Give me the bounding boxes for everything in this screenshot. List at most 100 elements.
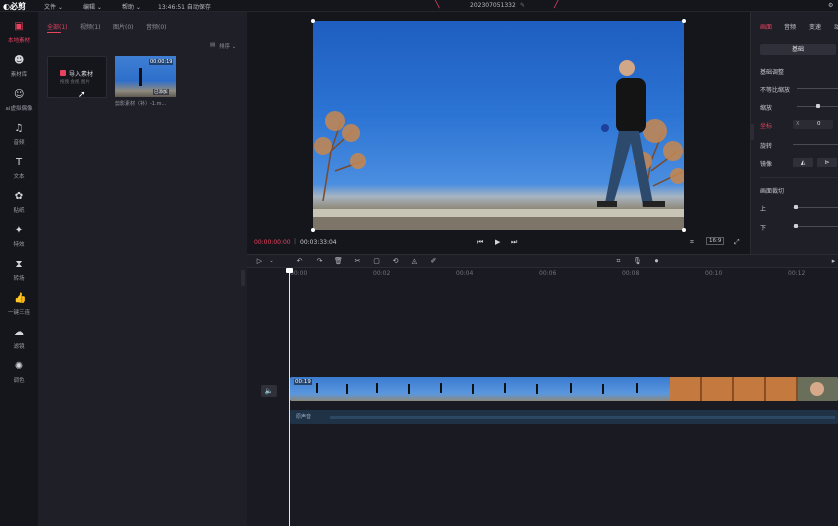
uniform-scale-label: 不等比缩放	[760, 87, 791, 94]
panel-collapse-handle[interactable]	[241, 270, 245, 286]
menu-help[interactable]: 帮助 ⌄	[122, 2, 141, 11]
playhead-handle[interactable]	[286, 268, 293, 273]
library-icon: ☻	[14, 55, 25, 66]
resize-handle-br[interactable]	[682, 228, 686, 232]
split-icon[interactable]: ✂	[353, 257, 362, 266]
timeline-ruler[interactable]: 00:00 00:02 00:04 00:06 00:08 00:10 00:1…	[288, 268, 838, 280]
record-icon[interactable]: ⏺	[652, 257, 661, 266]
prev-frame-icon[interactable]: ⏮	[477, 238, 483, 247]
crop-icon[interactable]: ⌗	[690, 238, 694, 247]
crop-top-knob[interactable]	[794, 205, 798, 209]
select-tool-icon[interactable]: ▷	[255, 257, 264, 266]
position-value: 0	[817, 121, 821, 127]
section-crop: 画面裁切	[760, 188, 785, 195]
tab-video[interactable]: 视频(1)	[80, 22, 101, 31]
position-label: 坐标	[760, 123, 773, 130]
tab-image[interactable]: 图片(0)	[113, 22, 134, 31]
sidebar-item-transition[interactable]: ⧗ 转场	[0, 258, 38, 288]
thumbs-up-icon: 👍	[14, 293, 27, 304]
deco-slash-right-icon: ╱	[554, 0, 560, 9]
crop-bottom-knob[interactable]	[794, 224, 798, 228]
resize-handle-bl[interactable]	[311, 228, 315, 232]
project-name[interactable]: 202307051332	[470, 2, 516, 9]
menu-edit[interactable]: 编辑 ⌄	[83, 2, 102, 11]
sort-icon[interactable]: ▤	[210, 42, 215, 48]
crop-top-slider[interactable]	[793, 207, 838, 208]
mirror-clip-icon[interactable]: ◬	[410, 257, 419, 266]
video-preview[interactable]	[313, 21, 684, 230]
next-frame-icon[interactable]: ⏭	[511, 238, 517, 247]
rotate-clip-icon[interactable]: ⟲	[391, 257, 400, 266]
media-clip-thumbnail[interactable]: 00:00:19 已添加	[115, 56, 176, 97]
sidebar-item-ai-idol[interactable]: ☺ ai虚拟偶像	[0, 88, 38, 118]
audio-track[interactable]: 原声音	[290, 410, 838, 424]
fullscreen-icon[interactable]: ⤢	[734, 238, 740, 247]
tick-label: 00:02	[373, 270, 391, 277]
sidebar-item-sticker[interactable]: ✿ 贴纸	[0, 190, 38, 220]
fit-icon[interactable]: ⌗	[614, 257, 623, 266]
scale-slider-knob[interactable]	[816, 104, 820, 108]
tick-label: 00:10	[705, 270, 723, 277]
track-mute-icon[interactable]: 🔈	[261, 385, 277, 397]
mouse-cursor-icon: ➚	[78, 90, 86, 100]
title-bar: ◐必剪 文件 ⌄ 编辑 ⌄ 帮助 ⌄ 13:46:51 自动保存 ╲ 20230…	[0, 0, 838, 12]
sidebar-item-triple[interactable]: 👍 一键三连	[0, 292, 38, 322]
sidebar-item-text[interactable]: T 文本	[0, 156, 38, 186]
sort-dropdown[interactable]: 排序 ⌄	[219, 42, 236, 50]
music-icon: ♫	[14, 123, 24, 134]
tab-underline	[47, 32, 61, 33]
mirror-horizontal-button[interactable]: ◭	[793, 158, 813, 167]
resize-handle-tr[interactable]	[682, 19, 686, 23]
import-media-button[interactable]: 导入素材 拖拽 会视 图片	[47, 56, 107, 98]
props-collapse-handle[interactable]	[750, 124, 754, 140]
resize-handle-tl[interactable]	[311, 19, 315, 23]
sidebar-item-effects[interactable]: ✦ 特效	[0, 224, 38, 254]
video-clip[interactable]: 00:19	[290, 377, 838, 401]
uniform-scale-toggle[interactable]	[797, 88, 838, 89]
menu-file[interactable]: 文件 ⌄	[44, 2, 63, 11]
audio-label: 原声音	[296, 414, 312, 420]
tab-audio[interactable]: 音频(0)	[146, 22, 167, 31]
thumb-walker	[139, 68, 142, 86]
section-basic: 基础调整	[760, 69, 785, 76]
sidebar-item-color[interactable]: ✺ 调色	[0, 360, 38, 390]
sidebar-item-audio[interactable]: ♫ 音频	[0, 122, 38, 152]
tab-sound[interactable]: 音频	[784, 22, 796, 31]
crop-bottom-slider[interactable]	[793, 226, 838, 227]
tab-picture[interactable]: 画面	[760, 22, 772, 31]
tick-label: 00:12	[788, 270, 806, 277]
edit-name-icon[interactable]: ✎	[520, 2, 525, 9]
mirror-label: 镜像	[760, 161, 773, 168]
playhead[interactable]	[286, 268, 293, 526]
freeze-icon[interactable]: ▢	[372, 257, 381, 266]
text-icon: T	[15, 157, 23, 168]
play-icon[interactable]: ▶	[495, 238, 500, 246]
select-dropdown-icon[interactable]: ⌄	[267, 257, 276, 266]
marker-icon[interactable]: ✐	[429, 257, 438, 266]
position-input[interactable]: X 0	[793, 120, 833, 129]
tab-speed[interactable]: 变速	[809, 22, 821, 31]
tab-animation[interactable]: 动	[834, 22, 838, 31]
properties-panel: 画面 音频 变速 动 基础 基础调整 不等比缩放 缩放 坐标 X 0 旋转 镜像…	[750, 12, 838, 254]
clip-duration: 00:00:19	[149, 59, 174, 65]
delete-icon[interactable]: 🗑	[334, 257, 343, 266]
rotate-slider[interactable]	[793, 144, 838, 145]
sidebar-item-local-media[interactable]: ▣ 本地素材	[0, 20, 38, 50]
sidebar-item-filter[interactable]: ☁ 滤镜	[0, 326, 38, 356]
undo-icon[interactable]: ↶	[295, 257, 304, 266]
window-settings-icon[interactable]: ⚙	[828, 2, 833, 9]
tab-all[interactable]: 全部(1)	[47, 22, 68, 31]
mirror-vertical-button[interactable]: ⊳	[817, 158, 837, 167]
autosave-status: 13:46:51 自动保存	[158, 4, 211, 11]
timeline-settings-icon[interactable]: ▸	[829, 257, 838, 266]
mic-icon[interactable]: 🎙	[633, 257, 642, 266]
basic-adjust-button[interactable]: 基础	[760, 44, 836, 55]
transition-icon: ⧗	[15, 259, 23, 270]
aspect-ratio-button[interactable]: 16:9	[706, 237, 725, 245]
scale-label: 缩放	[760, 105, 773, 112]
import-label: 导入素材	[69, 71, 94, 78]
redo-icon[interactable]: ↷	[315, 257, 324, 266]
sidebar-item-library[interactable]: ☻ 素材库	[0, 54, 38, 84]
clip-name: 剪影素材（补）-1.m...	[115, 101, 167, 107]
rotate-label: 旋转	[760, 143, 773, 150]
